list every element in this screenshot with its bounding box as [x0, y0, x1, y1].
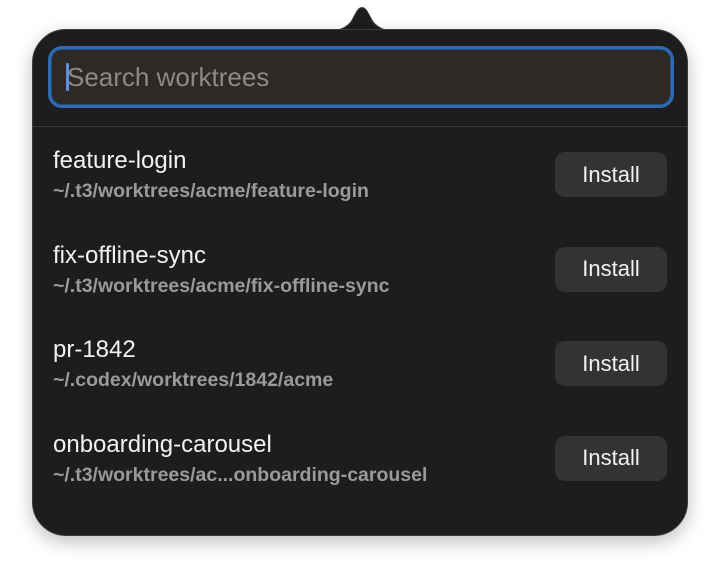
search-input[interactable] — [51, 49, 671, 105]
worktree-row: fix-offline-sync ~/.t3/worktrees/acme/fi… — [33, 222, 687, 317]
worktree-path: ~/.codex/worktrees/1842/acme — [53, 369, 334, 391]
worktree-path: ~/.t3/worktrees/acme/fix-offline-sync — [53, 274, 390, 297]
install-button[interactable]: Install — [555, 435, 667, 481]
worktree-path: ~/.t3/worktrees/ac...onboarding-carousel — [53, 463, 428, 486]
stage: feature-login ~/.t3/worktrees/acme/featu… — [0, 0, 720, 568]
worktree-name: fix-offline-sync — [53, 241, 206, 269]
search-field[interactable] — [48, 46, 674, 108]
worktree-name: pr-1842 — [53, 336, 136, 363]
worktree-popover: feature-login ~/.t3/worktrees/acme/featu… — [32, 29, 688, 536]
install-button[interactable]: Install — [555, 341, 667, 386]
worktree-path: ~/.t3/worktrees/acme/feature-login — [53, 180, 369, 202]
worktree-name: onboarding-carousel — [53, 430, 272, 458]
worktree-list: feature-login ~/.t3/worktrees/acme/featu… — [33, 127, 687, 505]
worktree-row: feature-login ~/.t3/worktrees/acme/featu… — [33, 127, 687, 222]
install-button[interactable]: Install — [555, 152, 667, 197]
text-caret — [66, 63, 69, 91]
worktree-row: pr-1842 ~/.codex/worktrees/1842/acme Ins… — [33, 316, 687, 411]
worktree-row: onboarding-carousel ~/.t3/worktrees/ac..… — [33, 411, 687, 506]
worktree-name: feature-login — [53, 147, 187, 174]
install-button[interactable]: Install — [555, 246, 667, 292]
